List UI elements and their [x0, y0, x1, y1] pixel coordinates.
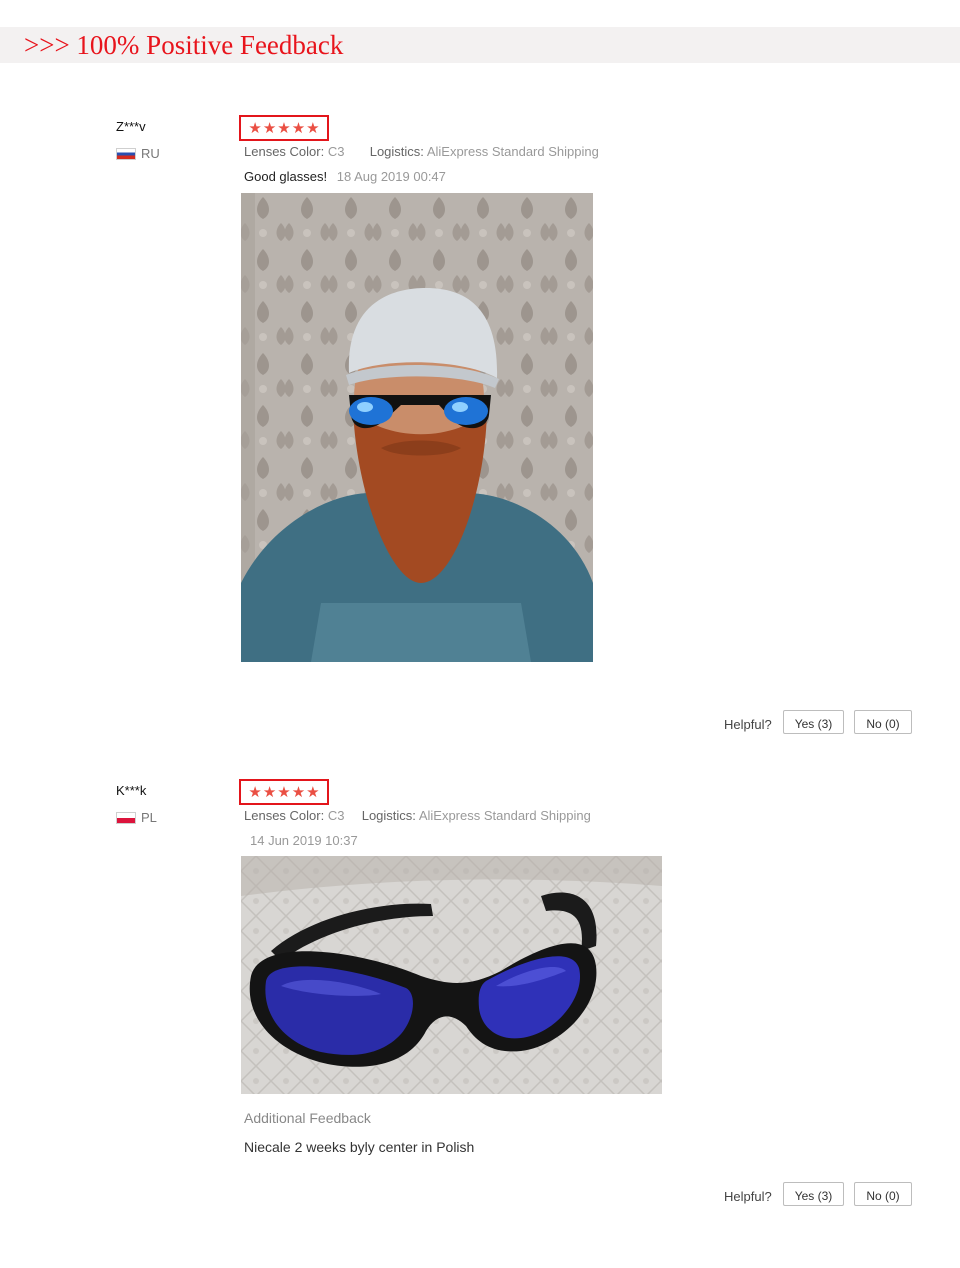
reviewer-country: RU [116, 146, 160, 161]
helpful-yes-button[interactable]: Yes (3) [783, 1182, 844, 1206]
reviewer-name: K***k [116, 783, 147, 798]
lenses-value: C3 [327, 144, 345, 159]
star-rating: ★ ★ ★ ★ ★ [239, 779, 329, 805]
russia-flag-icon [116, 147, 136, 160]
review-comment-line: Good glasses! 18 Aug 2019 00:47 [244, 169, 446, 184]
country-code: PL [141, 810, 157, 825]
review-date: 18 Aug 2019 00:47 [336, 169, 446, 184]
star-icon: ★ [262, 119, 277, 137]
logistics-value: AliExpress Standard Shipping [426, 144, 599, 159]
logistics-label: Logistics: [361, 808, 416, 823]
logistics-value: AliExpress Standard Shipping [418, 808, 591, 823]
order-info: Lenses Color: C3 Logistics: AliExpress S… [244, 144, 599, 159]
lenses-value: C3 [327, 808, 345, 823]
review-photo[interactable] [241, 856, 662, 1094]
helpful-label: Helpful? [724, 1189, 772, 1204]
logistics-label: Logistics: [369, 144, 424, 159]
sunglasses-photo-icon [241, 856, 662, 1094]
reviewer-country: PL [116, 810, 157, 825]
additional-feedback-text: Niecale 2 weeks byly center in Polish [244, 1139, 475, 1155]
star-icon: ★ [291, 119, 306, 137]
banner-title: >>> 100% Positive Feedback [24, 30, 344, 60]
star-rating: ★ ★ ★ ★ ★ [239, 115, 329, 141]
additional-feedback-title: Additional Feedback [244, 1110, 371, 1126]
review-date-line: 14 Jun 2019 10:37 [244, 833, 358, 848]
reviewer-name: Z***v [116, 119, 146, 134]
order-info: Lenses Color: C3 Logistics: AliExpress S… [244, 808, 591, 823]
review-date: 14 Jun 2019 10:37 [250, 833, 358, 848]
review-comment: Good glasses! [244, 169, 328, 184]
helpful-no-button[interactable]: No (0) [854, 1182, 912, 1206]
review-photo[interactable] [241, 193, 593, 662]
star-icon: ★ [277, 783, 291, 801]
lenses-label: Lenses Color: [244, 808, 325, 823]
star-icon: ★ [306, 119, 320, 137]
bearded-man-photo-icon [241, 193, 593, 662]
feedback-banner: >>> 100% Positive Feedback [0, 27, 960, 63]
helpful-no-button[interactable]: No (0) [854, 710, 912, 734]
star-icon: ★ [248, 783, 262, 801]
country-code: RU [141, 146, 160, 161]
star-icon: ★ [248, 119, 262, 137]
poland-flag-icon [116, 811, 136, 824]
star-icon: ★ [291, 783, 306, 801]
star-icon: ★ [306, 783, 320, 801]
star-icon: ★ [262, 783, 277, 801]
helpful-yes-button[interactable]: Yes (3) [783, 710, 844, 734]
star-icon: ★ [277, 119, 291, 137]
helpful-label: Helpful? [724, 717, 772, 732]
lenses-label: Lenses Color: [244, 144, 325, 159]
